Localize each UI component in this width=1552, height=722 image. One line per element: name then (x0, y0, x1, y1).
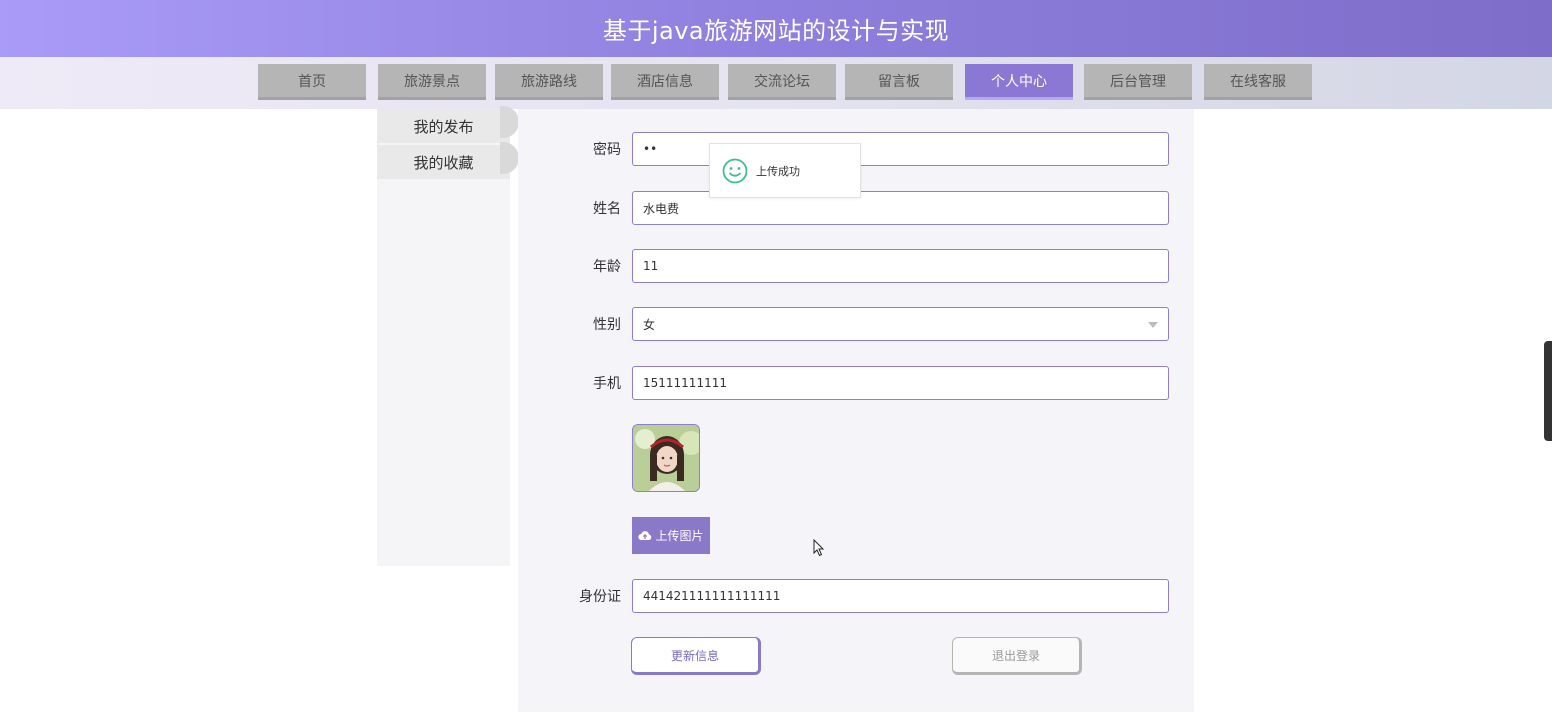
nav-item-travel-routes[interactable]: 旅游路线 (495, 64, 603, 100)
avatar-preview (632, 424, 700, 492)
sidebar-tab-handle (500, 106, 519, 138)
nav-item-admin[interactable]: 后台管理 (1084, 64, 1192, 100)
id-card-field[interactable]: 441421111111111111 (632, 579, 1169, 613)
mouse-cursor-icon (813, 539, 825, 557)
main-nav: 首页 旅游景点 旅游路线 酒店信息 交流论坛 留言板 个人中心 后台管理 在线客… (0, 57, 1552, 109)
phone-label: 手机 (593, 376, 621, 392)
upload-image-label: 上传图片 (655, 529, 704, 543)
nav-item-hotel-info[interactable]: 酒店信息 (611, 64, 719, 100)
logout-button[interactable]: 退出登录 (952, 637, 1082, 675)
gender-select[interactable]: 女 (632, 307, 1169, 341)
chevron-down-icon (1148, 322, 1158, 328)
nav-item-message-board[interactable]: 留言板 (845, 64, 953, 100)
cloud-upload-icon (638, 531, 652, 541)
id-card-label: 身份证 (579, 589, 621, 605)
toast-notification: 上传成功 (709, 143, 861, 198)
site-title: 基于java旅游网站的设计与实现 (602, 17, 950, 45)
nav-item-personal-center[interactable]: 个人中心 (965, 64, 1073, 100)
nav-item-scenic-spots[interactable]: 旅游景点 (378, 64, 486, 100)
update-info-button[interactable]: 更新信息 (631, 637, 761, 675)
nav-item-home[interactable]: 首页 (258, 64, 366, 100)
name-label: 姓名 (593, 201, 621, 217)
smile-icon (722, 158, 748, 183)
age-label: 年龄 (593, 259, 621, 275)
avatar-image (633, 425, 699, 491)
sidebar-item-my-favorites[interactable]: 我的收藏 (377, 145, 510, 179)
sidebar-item-my-posts[interactable]: 我的发布 (377, 109, 510, 143)
toast-message: 上传成功 (756, 164, 800, 178)
site-header: 基于java旅游网站的设计与实现 (0, 0, 1552, 57)
upload-image-button[interactable]: 上传图片 (632, 517, 710, 554)
password-label: 密码 (593, 142, 621, 158)
gender-label: 性别 (593, 317, 621, 333)
sidebar-tab-handle (500, 142, 519, 174)
age-field[interactable]: 11 (632, 249, 1169, 283)
nav-item-forum[interactable]: 交流论坛 (728, 64, 836, 100)
phone-field[interactable]: 15111111111 (632, 366, 1169, 400)
nav-item-online-service[interactable]: 在线客服 (1204, 64, 1312, 100)
sidebar: 我的发布 我的收藏 (377, 109, 510, 566)
scrollbar-handle[interactable] (1544, 341, 1552, 441)
gender-value: 女 (643, 317, 656, 332)
